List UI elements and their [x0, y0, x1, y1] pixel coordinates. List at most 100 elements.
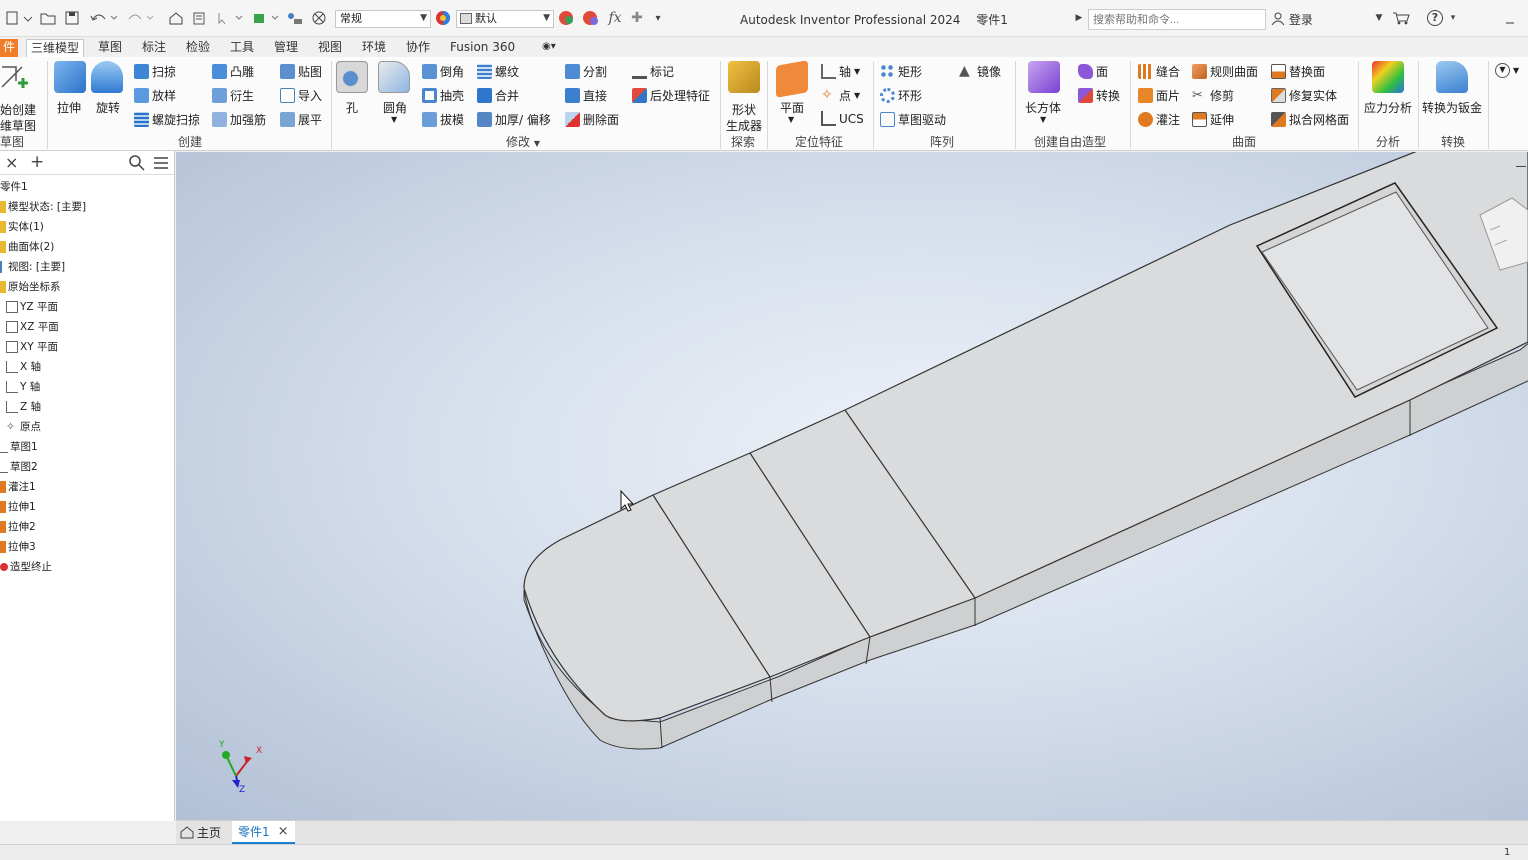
loft-button[interactable]: 放样: [134, 87, 176, 104]
tree-item-extrude2[interactable]: 拉伸2: [0, 519, 36, 534]
tab-tools[interactable]: 工具: [230, 39, 254, 57]
tab-environments[interactable]: 环境: [362, 39, 386, 57]
appearance-combo[interactable]: 常规 ▼: [335, 10, 431, 28]
revolve-button[interactable]: 旋转: [90, 61, 126, 117]
unwrap-button[interactable]: 展平: [280, 111, 322, 128]
tree-item-yz-plane[interactable]: YZ 平面: [6, 299, 58, 314]
redo-icon[interactable]: [124, 9, 156, 27]
shape-generator-button[interactable]: 形状 生成器: [724, 61, 764, 133]
shell-button[interactable]: 抽壳: [422, 87, 464, 104]
stitch-button[interactable]: 缝合: [1138, 63, 1180, 80]
thicken-button[interactable]: 加厚/ 偏移: [477, 111, 551, 128]
thread-button[interactable]: 螺纹: [477, 63, 519, 80]
plus-icon[interactable]: ✚: [630, 9, 644, 27]
repair-body-button[interactable]: 修复实体: [1271, 87, 1337, 104]
sketch-driven-button[interactable]: 草图驱动: [880, 111, 946, 128]
circ-pattern-button[interactable]: 环形: [880, 87, 922, 104]
group-label-modify[interactable]: 修改 ▼: [506, 133, 540, 150]
tab-fusion360[interactable]: Fusion 360: [450, 39, 515, 57]
tree-item-sketch2[interactable]: 草图2: [0, 459, 38, 474]
tab-manage[interactable]: 管理: [274, 39, 298, 57]
tree-item-view[interactable]: 视图: [主要]: [0, 259, 65, 274]
freeform-convert-button[interactable]: 转换: [1078, 87, 1120, 104]
login-chevron-icon[interactable]: ▼: [1374, 9, 1384, 27]
hamburger-menu-icon[interactable]: [153, 156, 169, 173]
axis-button[interactable]: 轴 ▼: [821, 63, 860, 80]
point-button[interactable]: ✧ 点 ▼: [821, 87, 860, 104]
tree-item-sculpt1[interactable]: 灌注1: [0, 479, 36, 494]
tree-item-xz-plane[interactable]: XZ 平面: [6, 319, 59, 334]
fillet-button[interactable]: 圆角 ▼: [377, 61, 413, 125]
tab-sketch[interactable]: 草图: [98, 39, 122, 57]
parameters-icon[interactable]: fx: [606, 9, 624, 27]
post-feature-button[interactable]: 后处理特征: [632, 87, 710, 104]
patch-button[interactable]: 面片: [1138, 87, 1180, 104]
coil-button[interactable]: 螺旋扫掠: [134, 111, 200, 128]
extrude-button[interactable]: 拉伸: [53, 61, 87, 117]
tree-item-sketch1[interactable]: 草图1: [0, 439, 38, 454]
new-file-icon[interactable]: [2, 9, 36, 27]
undo-icon[interactable]: [88, 9, 120, 27]
tree-item-x-axis[interactable]: X 轴: [6, 359, 41, 374]
minimize-icon[interactable]: [1500, 9, 1520, 27]
customize-chevron-icon[interactable]: ▾: [652, 9, 664, 27]
tree-item-model-state[interactable]: 模型状态: [主要]: [0, 199, 86, 214]
properties-icon[interactable]: [192, 9, 208, 27]
stress-analysis-button[interactable]: 应力分析: [1362, 61, 1414, 125]
sculpt-button[interactable]: 灌注: [1138, 111, 1180, 128]
close-tab-icon[interactable]: ×: [278, 824, 289, 839]
decal-button[interactable]: 贴图: [280, 63, 322, 80]
rect-pattern-button[interactable]: 矩形: [880, 63, 922, 80]
tab-3d-model[interactable]: 三维模型: [26, 39, 85, 57]
update-icon[interactable]: [252, 9, 282, 27]
cart-icon[interactable]: [1392, 9, 1410, 27]
ruled-surface-button[interactable]: 规则曲面: [1192, 63, 1258, 80]
combine-button[interactable]: 合并: [477, 87, 519, 104]
open-folder-icon[interactable]: [40, 9, 56, 27]
ribbon-options-button[interactable]: ▼ ▼: [1495, 63, 1519, 78]
part-model[interactable]: [176, 152, 1528, 820]
measure-icon[interactable]: [286, 9, 304, 27]
graphics-viewport[interactable]: X Y Z: [176, 152, 1528, 820]
tab-view[interactable]: 视图: [318, 39, 342, 57]
color-override-icon[interactable]: [311, 9, 327, 27]
tree-item-surface-bodies[interactable]: 曲面体(2): [0, 239, 54, 254]
freeform-box-button[interactable]: 长方体 ▼: [1022, 61, 1066, 125]
home-icon[interactable]: [168, 9, 184, 27]
search-icon[interactable]: [129, 155, 145, 174]
rib-button[interactable]: 加强筋: [212, 111, 266, 128]
help-chevron-icon[interactable]: ▾: [1448, 9, 1458, 27]
search-input[interactable]: [1088, 9, 1266, 30]
ucs-button[interactable]: UCS: [821, 111, 864, 126]
tab-inspect[interactable]: 检验: [186, 39, 210, 57]
help-button[interactable]: ?: [1426, 9, 1444, 27]
tab-annotate[interactable]: 标注: [142, 39, 166, 57]
tab-collaborate[interactable]: 协作: [406, 39, 430, 57]
tree-item-part[interactable]: 零件1: [0, 179, 28, 194]
hole-button[interactable]: 孔: [336, 61, 370, 117]
mark-button[interactable]: 标记: [632, 63, 674, 80]
plane-button[interactable]: 平面 ▼: [774, 60, 810, 125]
mirror-button[interactable]: ▲ 镜像: [959, 63, 1001, 80]
viewport-minimize-icon[interactable]: [1516, 166, 1526, 167]
freeform-face-button[interactable]: 面: [1078, 63, 1108, 80]
tree-item-extrude1[interactable]: 拉伸1: [0, 499, 36, 514]
tree-item-xy-plane[interactable]: XY 平面: [6, 339, 58, 354]
emboss-button[interactable]: 凸雕: [212, 63, 254, 80]
split-button[interactable]: 分割: [565, 63, 607, 80]
ribbon-display-icon[interactable]: ◉▾: [542, 39, 556, 57]
tree-item-end-of-part[interactable]: 造型终止: [0, 559, 52, 574]
save-icon[interactable]: [64, 9, 80, 27]
replace-face-button[interactable]: 替换面: [1271, 63, 1325, 80]
derive-button[interactable]: 衍生: [212, 87, 254, 104]
draft-button[interactable]: 拔模: [422, 111, 464, 128]
part-doc-tab[interactable]: 零件1 ×: [232, 821, 295, 844]
tab-file[interactable]: 件: [0, 39, 18, 57]
tree-item-origin[interactable]: 原始坐标系: [0, 279, 61, 294]
tree-item-solid-bodies[interactable]: 实体(1): [0, 219, 44, 234]
appearance-adjust-icon[interactable]: [558, 9, 576, 27]
login-button[interactable]: 登录: [1271, 11, 1313, 28]
add-icon[interactable]: +: [30, 152, 44, 172]
extend-button[interactable]: 延伸: [1192, 111, 1234, 128]
delete-face-button[interactable]: 删除面: [565, 111, 619, 128]
